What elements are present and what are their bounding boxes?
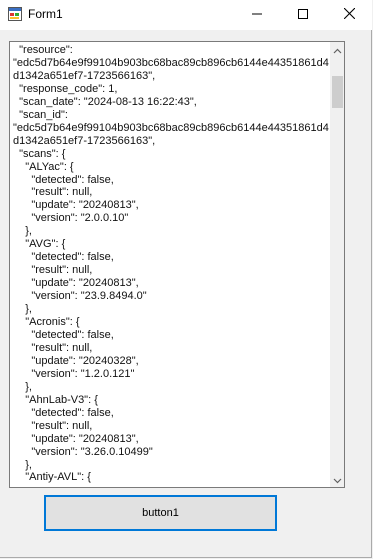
json-line: "update": "20240813", [13, 199, 139, 212]
minimize-icon [252, 6, 262, 24]
json-line: "update": "20240813", [13, 432, 139, 445]
json-line: "scan_date": "2024-08-13 16:22:43", [13, 95, 197, 108]
json-line: "update": "20240813", [13, 277, 139, 290]
json-line: "scan_id": [13, 108, 68, 121]
title-bar[interactable]: Form1 [0, 0, 372, 30]
json-textbox[interactable]: "resource": "edc5d7b64e9f99104b903bc68bac… [9, 41, 345, 488]
window-title: Form1 [28, 7, 63, 21]
json-line: "detected": false, [13, 406, 114, 419]
form1-window: Form1 "resource": "edc5d7b64e9f99104b903b… [0, 0, 372, 558]
json-line: "result": null, [13, 341, 93, 354]
json-line: }, [13, 458, 32, 471]
json-line: "scans": { [13, 147, 66, 160]
maximize-button[interactable] [280, 0, 326, 30]
scroll-up-button[interactable] [330, 42, 344, 59]
json-line: "response_code": 1, [13, 82, 118, 95]
json-line: "version": "3.26.0.10499" [13, 445, 153, 458]
json-line: }, [13, 380, 32, 393]
scroll-down-button[interactable] [330, 471, 344, 488]
json-line: "AVG": { [13, 238, 66, 251]
button1[interactable]: button1 [44, 495, 277, 531]
json-line: "AhnLab-V3": { [13, 393, 98, 406]
maximize-icon [298, 6, 308, 24]
json-line: }, [13, 303, 32, 316]
json-line: "detected": false, [13, 251, 114, 264]
json-line: "version": "2.0.0.10" [13, 212, 129, 225]
close-icon [343, 6, 355, 24]
json-line: "resource": [13, 44, 73, 56]
json-line: "edc5d7b64e9f99104b903bc68bac89cb896cb61… [13, 121, 329, 147]
json-line: "ALYac": { [13, 160, 74, 173]
minimize-button[interactable] [234, 0, 280, 30]
json-line: "Acronis": { [13, 316, 80, 329]
close-button[interactable] [326, 0, 372, 30]
json-line: "result": null, [13, 264, 93, 277]
json-line: "edc5d7b64e9f99104b903bc68bac89cb896cb61… [13, 56, 329, 82]
json-line: }, [13, 225, 32, 238]
app-icon [8, 7, 22, 21]
json-line: "version": "1.2.0.121" [13, 367, 135, 380]
vertical-scrollbar[interactable] [330, 42, 344, 488]
json-line: "update": "20240328", [13, 354, 139, 367]
json-line: "Antiy-AVL": { [13, 471, 91, 484]
scroll-down-arrow-icon [333, 471, 342, 488]
json-line: "result": null, [13, 186, 93, 199]
scrollbar-thumb[interactable] [332, 76, 343, 108]
json-line: "detected": false, [13, 173, 114, 186]
scroll-up-arrow-icon [333, 42, 342, 59]
json-line: "detected": false, [13, 328, 114, 341]
json-content: "resource": "edc5d7b64e9f99104b903bc68bac… [13, 44, 329, 484]
json-line: "result": null, [13, 419, 93, 432]
json-line: "version": "23.9.8494.0" [13, 290, 147, 303]
